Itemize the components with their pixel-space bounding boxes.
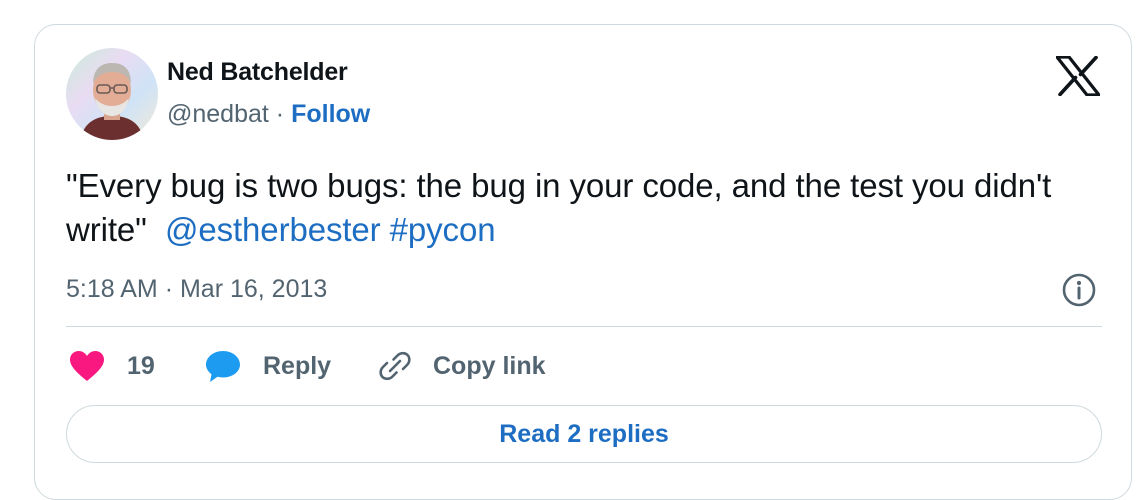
x-logo-icon[interactable] <box>1056 56 1100 96</box>
author-handle-row: @nedbat · Follow <box>167 100 370 129</box>
reply-label: Reply <box>263 351 332 380</box>
copy-link-label: Copy link <box>433 351 546 380</box>
avatar-portrait-icon <box>80 63 144 140</box>
avatar[interactable] <box>66 48 158 140</box>
author-handle[interactable]: @nedbat <box>167 100 269 128</box>
copy-link-button[interactable]: Copy link <box>377 346 546 386</box>
like-count: 19 <box>127 351 155 380</box>
tweet-text: "Every bug is two bugs: the bug in your … <box>66 164 1096 252</box>
heart-icon <box>70 351 104 381</box>
mention-link[interactable]: @estherbester <box>165 211 381 248</box>
link-icon <box>379 351 411 381</box>
info-icon[interactable] <box>1061 272 1097 308</box>
like-button[interactable]: 19 <box>69 346 155 386</box>
divider <box>66 326 1102 327</box>
tweet-date: Mar 16, 2013 <box>179 275 328 303</box>
tweet-timestamp[interactable]: 5:18 AM · Mar 16, 2013 <box>66 275 327 304</box>
read-replies-button[interactable]: Read 2 replies <box>66 405 1102 463</box>
author-name[interactable]: Ned Batchelder <box>167 58 348 87</box>
reply-button[interactable]: Reply <box>205 346 331 386</box>
follow-button[interactable]: Follow <box>291 100 370 128</box>
tweet-time: 5:18 AM <box>66 275 158 303</box>
timestamp-separator: · <box>164 275 174 303</box>
hashtag-link[interactable]: #pycon <box>390 211 496 248</box>
handle-separator: · <box>275 100 285 128</box>
speech-bubble-icon <box>206 351 240 382</box>
